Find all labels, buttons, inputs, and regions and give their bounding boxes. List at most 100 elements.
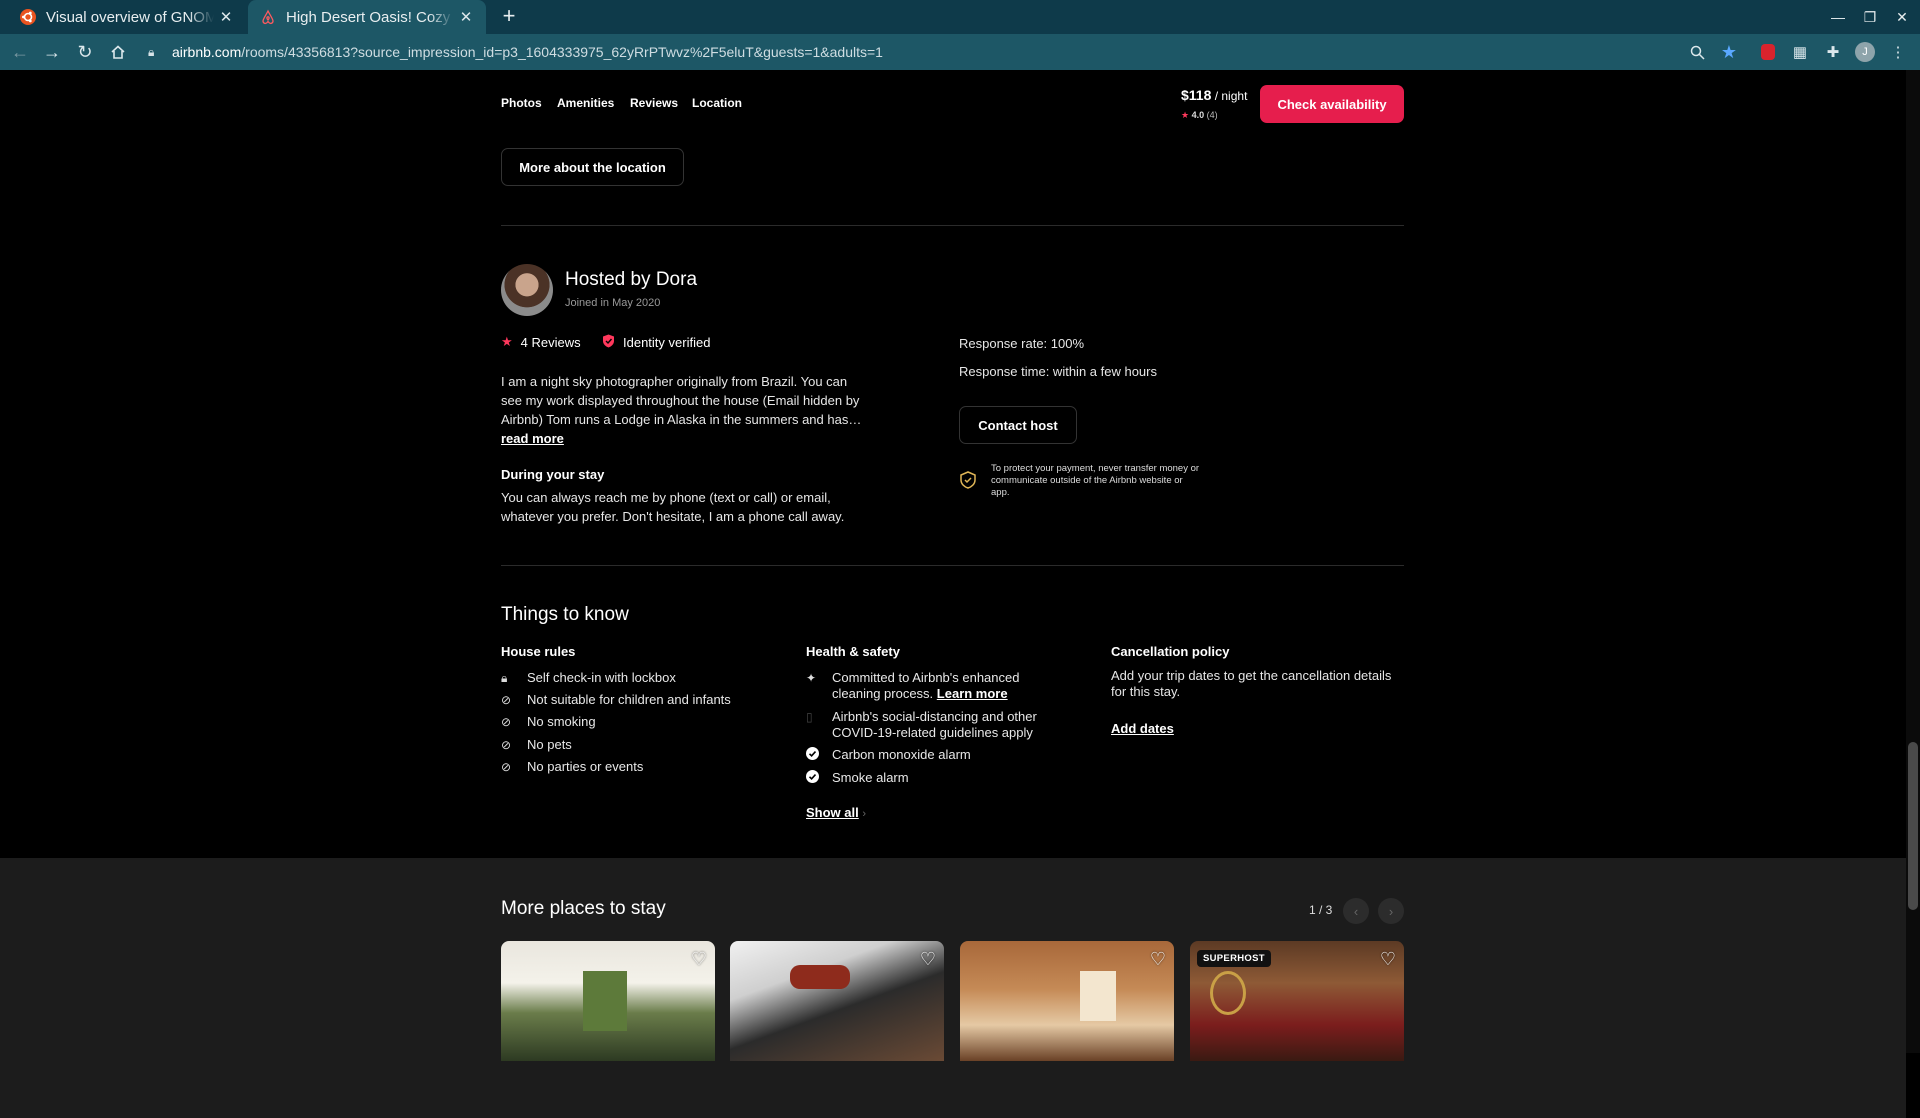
host-avatar[interactable] bbox=[501, 264, 553, 316]
health-safety-title: Health & safety bbox=[806, 644, 900, 659]
more-about-location-button[interactable]: More about the location bbox=[501, 148, 684, 186]
url-domain: airbnb.com bbox=[172, 44, 242, 60]
chevron-right-icon: › bbox=[862, 808, 867, 820]
health-item: ✦ Committed to Airbnb's enhanced cleanin… bbox=[806, 670, 1046, 702]
tab-bar: Visual overview of GNOME ✕ High Desert O… bbox=[0, 0, 1920, 34]
listing-card[interactable]: SUPERHOST ♡ bbox=[1190, 941, 1404, 1061]
more-places-title: More places to stay bbox=[501, 898, 666, 919]
extensions-puzzle-icon[interactable]: ✚ bbox=[1821, 40, 1845, 64]
identity-verified-label: Identity verified bbox=[623, 335, 711, 350]
house-rule-item: ⊘ Not suitable for children and infants bbox=[501, 692, 731, 708]
check-circle-icon bbox=[806, 747, 832, 764]
no-parties-icon: ⊘ bbox=[501, 760, 512, 774]
shield-check-icon bbox=[602, 334, 615, 351]
read-more-label: read more bbox=[501, 431, 564, 446]
subnav-photos[interactable]: Photos bbox=[501, 96, 542, 110]
price-rating: ★ 4.0 (4) bbox=[1181, 110, 1218, 121]
listing-photo bbox=[583, 971, 627, 1031]
more-places-section bbox=[0, 858, 1906, 1118]
check-availability-button[interactable]: Check availability bbox=[1260, 85, 1404, 123]
forward-icon[interactable]: → bbox=[40, 40, 64, 64]
nightly-price: $118 / night bbox=[1181, 87, 1247, 103]
host-reviews-badge: ★ 4 Reviews bbox=[501, 334, 581, 350]
listing-card[interactable]: ♡ bbox=[501, 941, 715, 1061]
health-item-label: Smoke alarm bbox=[832, 770, 909, 785]
during-stay-text: You can always reach me by phone (text o… bbox=[501, 490, 845, 524]
subnav-amenities[interactable]: Amenities bbox=[557, 96, 614, 110]
host-joined: Joined in May 2020 bbox=[565, 297, 661, 309]
ubuntu-icon bbox=[20, 9, 36, 25]
tab-title: Visual overview of GNOME bbox=[46, 8, 214, 26]
house-rule-item: ⊘ No smoking bbox=[501, 714, 596, 730]
add-dates-link[interactable]: Add dates bbox=[1111, 719, 1174, 738]
listing-card[interactable]: ♡ bbox=[960, 941, 1174, 1061]
health-item-label: Carbon monoxide alarm bbox=[832, 747, 971, 762]
listing-photo bbox=[1210, 971, 1246, 1015]
show-all-label: Show all bbox=[806, 805, 859, 820]
tab-airbnb[interactable]: High Desert Oasis! Cozy home ✕ bbox=[248, 0, 486, 34]
during-stay-title: During your stay bbox=[501, 467, 605, 482]
distancing-icon: ▯ bbox=[806, 710, 813, 724]
profile-initial: J bbox=[1855, 42, 1875, 62]
host-bio: I am a night sky photographer originally… bbox=[501, 374, 862, 427]
listing-photo bbox=[1080, 971, 1116, 1021]
scrollbar-thumb[interactable] bbox=[1908, 742, 1918, 910]
host-name: Hosted by Dora bbox=[565, 269, 698, 290]
page-scrollbar[interactable] bbox=[1906, 70, 1920, 1053]
show-all-link[interactable]: Show all › bbox=[806, 803, 866, 824]
lock-icon: 🔒︎ bbox=[148, 44, 155, 59]
no-pets-icon: ⊘ bbox=[501, 738, 512, 752]
sparkle-icon: ✦ bbox=[806, 671, 817, 685]
minimize-icon[interactable]: — bbox=[1822, 0, 1854, 34]
zoom-icon[interactable] bbox=[1685, 40, 1709, 64]
price-value: $118 bbox=[1181, 87, 1212, 103]
reload-icon[interactable]: ↻ bbox=[73, 40, 97, 64]
extension-grid-icon[interactable]: ▦ bbox=[1788, 40, 1812, 64]
cancellation-title: Cancellation policy bbox=[1111, 644, 1230, 659]
rating-value: 4.0 bbox=[1191, 110, 1205, 120]
heart-icon[interactable]: ♡ bbox=[1380, 949, 1396, 970]
menu-dots-icon[interactable]: ⋮ bbox=[1886, 40, 1910, 64]
close-icon[interactable]: ✕ bbox=[454, 8, 478, 26]
subnav-reviews[interactable]: Reviews bbox=[630, 96, 678, 110]
contact-host-button[interactable]: Contact host bbox=[959, 406, 1077, 444]
house-rule-label: Self check-in with lockbox bbox=[527, 670, 676, 685]
response-time: Response time: within a few hours bbox=[959, 364, 1157, 379]
star-icon: ★ bbox=[501, 334, 513, 349]
extension-red-icon[interactable] bbox=[1756, 40, 1780, 64]
house-rule-item: ⊘ No parties or events bbox=[501, 759, 643, 775]
learn-more-link[interactable]: Learn more bbox=[937, 686, 1008, 701]
health-item-label: Airbnb's social-distancing and other COV… bbox=[832, 709, 1037, 740]
back-icon[interactable]: ← bbox=[8, 40, 32, 64]
carousel-prev-icon[interactable]: ‹ bbox=[1343, 898, 1369, 924]
things-to-know-title: Things to know bbox=[501, 604, 629, 625]
check-circle-icon bbox=[806, 770, 832, 787]
tab-gnome[interactable]: Visual overview of GNOME ✕ bbox=[8, 0, 246, 34]
carousel-next-icon[interactable]: › bbox=[1378, 898, 1404, 924]
home-icon[interactable] bbox=[106, 40, 130, 64]
divider bbox=[501, 225, 1404, 226]
divider bbox=[501, 565, 1404, 566]
house-rule-item: ⊘ No pets bbox=[501, 737, 572, 753]
listing-card[interactable]: ♡ bbox=[730, 941, 944, 1061]
identity-verified-badge: Identity verified bbox=[602, 334, 710, 351]
bookmark-star-icon[interactable]: ★ bbox=[1717, 40, 1741, 64]
add-dates-label: Add dates bbox=[1111, 721, 1174, 736]
heart-icon[interactable]: ♡ bbox=[1150, 949, 1166, 970]
house-rule-label: No smoking bbox=[527, 714, 596, 729]
avatar[interactable]: J bbox=[1853, 40, 1877, 64]
close-icon[interactable]: ✕ bbox=[214, 8, 238, 26]
restore-icon[interactable]: ❐ bbox=[1854, 0, 1886, 34]
star-icon: ★ bbox=[1181, 110, 1190, 120]
heart-icon[interactable]: ♡ bbox=[691, 949, 707, 970]
house-rule-label: Not suitable for children and infants bbox=[527, 692, 731, 707]
address-bar[interactable]: 🔒︎ airbnb.com /rooms/43356813?source_imp… bbox=[148, 38, 1658, 66]
price-unit: / night bbox=[1211, 89, 1248, 103]
url-path: /rooms/43356813?source_impression_id=p3_… bbox=[241, 44, 883, 60]
read-more-link[interactable]: read more bbox=[501, 429, 564, 448]
window-close-icon[interactable]: ✕ bbox=[1886, 0, 1918, 34]
subnav-location[interactable]: Location bbox=[692, 96, 742, 110]
heart-icon[interactable]: ♡ bbox=[920, 949, 936, 970]
house-rule-label: No parties or events bbox=[527, 759, 644, 774]
new-tab-button[interactable]: + bbox=[496, 4, 522, 30]
